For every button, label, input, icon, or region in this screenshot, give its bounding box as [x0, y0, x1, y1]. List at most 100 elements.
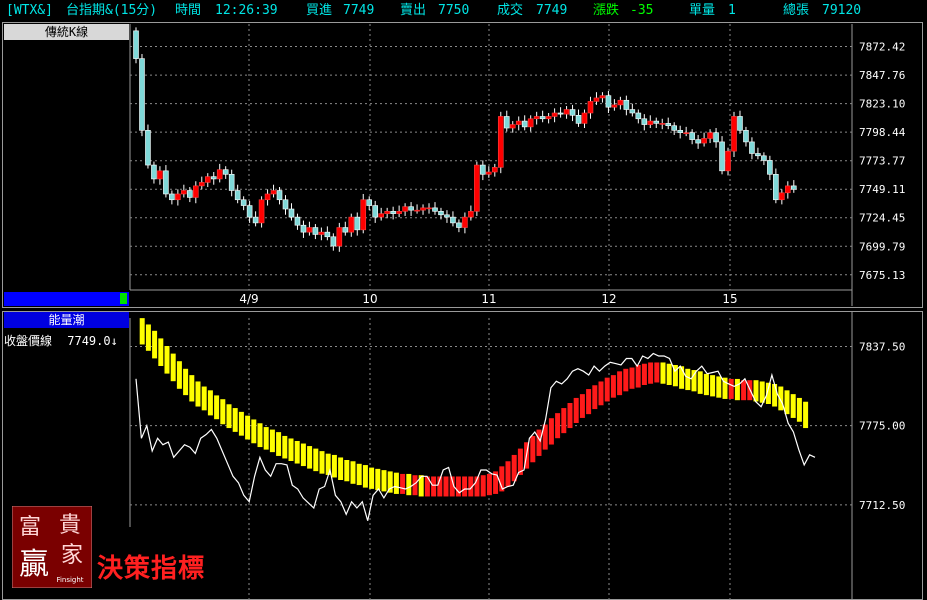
candle-body — [707, 132, 713, 139]
candle-body — [240, 199, 247, 206]
candle-body — [198, 182, 205, 187]
energy-bar — [282, 435, 288, 459]
candle-body — [342, 227, 349, 233]
candle-body — [653, 120, 660, 124]
energy-bar — [629, 367, 635, 389]
candle-body — [480, 164, 486, 175]
energy-bar — [375, 468, 381, 491]
energy-bar — [697, 371, 703, 394]
energy-bar — [145, 324, 151, 351]
energy-bar — [803, 401, 809, 429]
x-tick-label: 4/9 — [239, 292, 258, 306]
candle-body — [486, 171, 492, 175]
candle-body — [497, 116, 504, 168]
candle-body — [779, 192, 785, 201]
energy-bar — [232, 408, 238, 432]
candle-body — [426, 207, 432, 210]
energy-bar — [406, 473, 412, 496]
candle-body — [354, 216, 361, 231]
x-tick-label: 12 — [601, 292, 616, 306]
energy-bar — [381, 470, 387, 492]
candle-body — [719, 141, 725, 172]
x-tick-label: 11 — [481, 292, 496, 306]
candle-body — [282, 199, 289, 210]
energy-bar — [561, 408, 567, 434]
energy-bar — [579, 394, 585, 418]
energy-bar — [257, 423, 263, 448]
candle-body — [366, 199, 373, 206]
candle-body — [175, 193, 181, 201]
candle-body — [234, 190, 241, 201]
candle-body — [659, 123, 666, 125]
logo-char-3: 贏 — [19, 547, 49, 582]
energy-bar — [703, 373, 709, 396]
logo-char-1: 富 — [19, 515, 41, 540]
energy-bar — [338, 457, 344, 480]
candle-body — [617, 99, 624, 106]
candle-body — [133, 30, 139, 59]
candle-body — [318, 231, 325, 235]
candle-body — [462, 216, 468, 228]
energy-bar — [604, 377, 610, 402]
candle-body — [444, 214, 450, 218]
candle-body — [773, 174, 779, 201]
candle-body — [204, 176, 211, 183]
energy-bar — [617, 371, 623, 396]
grid-lines — [129, 24, 853, 600]
energy-bar — [369, 467, 375, 489]
energy-bar — [691, 370, 697, 392]
energy-bar — [796, 397, 802, 422]
candle-body — [503, 116, 510, 129]
energy-bar — [393, 472, 399, 494]
candle-body — [689, 132, 695, 140]
candle-body — [432, 207, 438, 212]
candle-body — [515, 120, 522, 125]
energy-bar — [313, 448, 319, 472]
candle-body — [181, 190, 187, 195]
top-y-tick-label: 7823.10 — [859, 98, 905, 111]
candle-body — [623, 99, 630, 110]
candle-body — [420, 207, 426, 211]
energy-bar — [269, 429, 275, 453]
energy-bar — [530, 435, 536, 463]
candle-body — [695, 139, 701, 144]
candle-body — [139, 58, 145, 131]
candle-body — [737, 116, 743, 131]
x-tick-label: 10 — [362, 292, 377, 306]
candle-body — [288, 208, 295, 218]
energy-bar — [307, 446, 313, 469]
candle-body — [767, 160, 773, 175]
candle-body — [258, 199, 265, 224]
candle-body — [390, 211, 396, 214]
energy-bar — [505, 461, 511, 487]
candle-body — [145, 130, 151, 166]
candle-body — [306, 227, 313, 233]
energy-bar — [220, 399, 226, 425]
energy-bar — [214, 395, 220, 420]
candle-body — [701, 138, 707, 144]
candle-body — [509, 124, 516, 129]
candle-body — [414, 209, 420, 212]
energy-bar — [555, 413, 561, 439]
candle-body — [300, 224, 307, 233]
candle-body — [312, 227, 319, 235]
energy-bar — [455, 476, 461, 497]
candle-body — [264, 193, 271, 201]
candle-body — [216, 169, 223, 180]
candle-body — [378, 213, 384, 218]
candle-body — [491, 167, 498, 173]
energy-bar — [462, 476, 468, 497]
candle-body — [402, 206, 408, 212]
energy-bar — [176, 361, 182, 389]
energy-bar — [710, 375, 716, 397]
candle-body — [671, 125, 678, 131]
candle-body — [151, 164, 157, 180]
chart-canvas[interactable]: 7872.42 7847.76 7823.10 7798.44 7773.77 7749.… — [0, 0, 927, 600]
brand-slogan: 決策指標 — [97, 554, 206, 584]
energy-bar — [666, 363, 672, 385]
candle-body — [743, 130, 749, 143]
candle-body — [468, 211, 474, 218]
bottom-y-tick-label: 7837.50 — [859, 341, 905, 354]
candle-body — [456, 222, 462, 228]
energy-bar — [251, 419, 257, 444]
